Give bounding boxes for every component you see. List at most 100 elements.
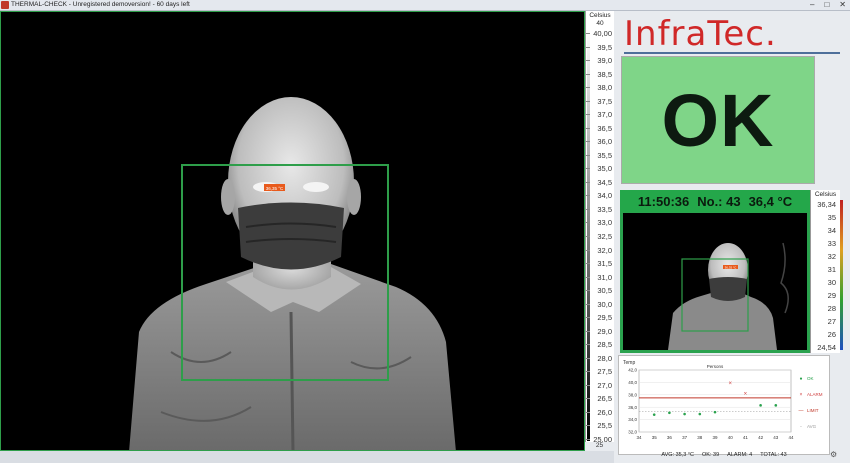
scale-tick-label: 32,0 xyxy=(597,245,612,255)
chart-x-tick: 38 xyxy=(697,435,703,440)
chart-x-tick: 36 xyxy=(667,435,673,440)
snapshot-scale-tick-label: 34 xyxy=(827,226,836,235)
chart-y-tick: 32,0 xyxy=(628,430,637,435)
scale-tick-label: 37,0 xyxy=(597,110,612,120)
chart-y-tick: 36,0 xyxy=(628,405,637,410)
scale-tick-mark xyxy=(586,100,590,102)
close-button[interactable]: ✕ xyxy=(839,0,846,10)
minimize-button[interactable]: – xyxy=(810,0,814,10)
legend-label: AVG xyxy=(807,424,817,429)
snapshot-figure: 36,35 °C xyxy=(668,242,789,350)
snapshot-scale-tick-label: 28 xyxy=(827,304,836,313)
scale-tick-label: 37,5 xyxy=(597,96,612,106)
snapshot-scale-tick-label: 35 xyxy=(827,213,836,222)
scale-tick-label: 27,0 xyxy=(597,380,612,390)
ok-point xyxy=(668,411,671,415)
ok-point xyxy=(683,412,686,416)
scale-tick-label: 36,5 xyxy=(597,123,612,133)
scale-tick-label: 39,0 xyxy=(597,56,612,66)
thermal-image-snapshot[interactable]: 36,35 °C xyxy=(623,213,807,350)
logo-divider xyxy=(624,52,840,54)
legend-label: ALARM xyxy=(807,392,823,397)
scale-tick-label: 26,0 xyxy=(597,407,612,417)
legend-marker: — xyxy=(799,408,804,414)
scale-tick-mark xyxy=(586,290,590,292)
scale-tick-mark xyxy=(586,398,590,400)
alarm-point: × xyxy=(744,391,748,397)
chart-x-tick: 41 xyxy=(743,435,749,440)
status-label: OK xyxy=(661,78,775,162)
scale-tick-label: 31,0 xyxy=(597,272,612,282)
info-bar: 11:50:36 No.: 43 36,4 °C xyxy=(620,190,810,212)
title-bar: THERMAL-CHECK - Unregistered demoversion… xyxy=(0,0,850,11)
scale-tick-mark xyxy=(586,114,590,116)
window-title: THERMAL-CHECK - Unregistered demoversion… xyxy=(11,1,190,8)
scale-tick-mark xyxy=(586,60,590,62)
scale-tick-label: 34,0 xyxy=(597,191,612,201)
scale-tick-label: 33,5 xyxy=(597,204,612,214)
temperature-chart: Temp 42,0 40,0 38,0 36,0 34,0 32,0 34 35 36 37 38 39… xyxy=(618,355,830,455)
measure-label: 36,35 °C xyxy=(266,186,284,191)
stat-total: TOTAL: 43 xyxy=(760,452,787,458)
scale-tick-label: 35,0 xyxy=(597,164,612,174)
scale-tick-label: 28,0 xyxy=(597,353,612,363)
scale-tick-mark xyxy=(586,263,590,265)
snapshot-temperature-scale: Celsius 36,34 35 34 33 32 31 30 29 28 27 26 24,54 xyxy=(810,190,843,353)
chart-plot-area xyxy=(638,369,792,433)
scale-tick-mark xyxy=(586,168,590,170)
chart-x-tick: 34 xyxy=(636,435,642,440)
scale-tick-mark xyxy=(586,127,590,129)
scale-tick-mark xyxy=(586,425,590,427)
snapshot-scale-tick-label: 31 xyxy=(827,265,836,274)
snapshot-scale-tick-label: 32 xyxy=(827,252,836,261)
maximize-button[interactable]: □ xyxy=(824,0,829,10)
legend-label: LIMIT xyxy=(807,408,819,413)
scale-tick-mark xyxy=(586,330,590,332)
scale-tick-mark xyxy=(586,357,590,359)
snapshot-panel: 11:50:36 No.: 43 36,4 °C 36,35 °C xyxy=(620,190,810,353)
scale-tick-label: 30,5 xyxy=(597,286,612,296)
chart-x-tick: 37 xyxy=(682,435,688,440)
chart-svg: Temp 42,0 40,0 38,0 36,0 34,0 32,034 35 36 37 38 39… xyxy=(623,360,823,440)
scale-tick-label: 39,5 xyxy=(597,42,612,52)
chart-x-tick: 43 xyxy=(773,435,779,440)
snapshot-scale-unit: Celsius xyxy=(814,191,837,198)
scale-tick-mark xyxy=(586,222,590,224)
scale-tick-label: 27,5 xyxy=(597,367,612,377)
scale-tick-mark xyxy=(586,439,590,440)
legend-marker: - xyxy=(800,424,802,430)
scale-tick-mark xyxy=(586,87,590,89)
scale-tick-label: 38,0 xyxy=(597,83,612,93)
stat-alarm: ALARM: 4 xyxy=(727,452,753,458)
scale-tick-mark xyxy=(586,195,590,197)
time-value: 11:50:36 xyxy=(637,193,690,209)
app-icon xyxy=(1,1,9,9)
snapshot-scale-tick-label: 24,54 xyxy=(817,343,836,352)
scale-tick-mark xyxy=(586,411,590,413)
brand-logo: InfraTec. xyxy=(624,14,777,54)
scale-tick-mark xyxy=(586,181,590,183)
scale-tick-label: 33,0 xyxy=(597,218,612,228)
scale-tick-mark xyxy=(586,73,590,75)
scale-tick-label: 26,5 xyxy=(597,394,612,404)
legend-marker: × xyxy=(800,392,803,398)
chart-x-tick: 39 xyxy=(712,435,718,440)
chart-x-tick: 42 xyxy=(758,435,764,440)
snapshot-scale-tick-label: 33 xyxy=(827,239,836,248)
ok-point xyxy=(759,404,762,407)
scale-tick-mark xyxy=(586,236,590,237)
ok-point xyxy=(698,412,702,416)
scale-tick-mark xyxy=(586,154,590,156)
scale-tick-label: 36,0 xyxy=(597,137,612,147)
scale-tick-mark xyxy=(586,317,590,319)
scale-tick-mark xyxy=(586,276,590,278)
scale-tick-label: 34,5 xyxy=(597,177,612,187)
legend-label: OK xyxy=(807,376,814,381)
scale-tick-mark xyxy=(586,371,590,373)
thermal-image-main[interactable]: 36,35 °C xyxy=(0,11,585,451)
settings-icon[interactable]: ⚙ xyxy=(830,450,840,460)
scale-tick-mark xyxy=(586,303,590,305)
ok-point xyxy=(713,410,717,414)
scale-tick-mark xyxy=(586,141,590,143)
scale-tick-label: 38,5 xyxy=(597,69,612,79)
